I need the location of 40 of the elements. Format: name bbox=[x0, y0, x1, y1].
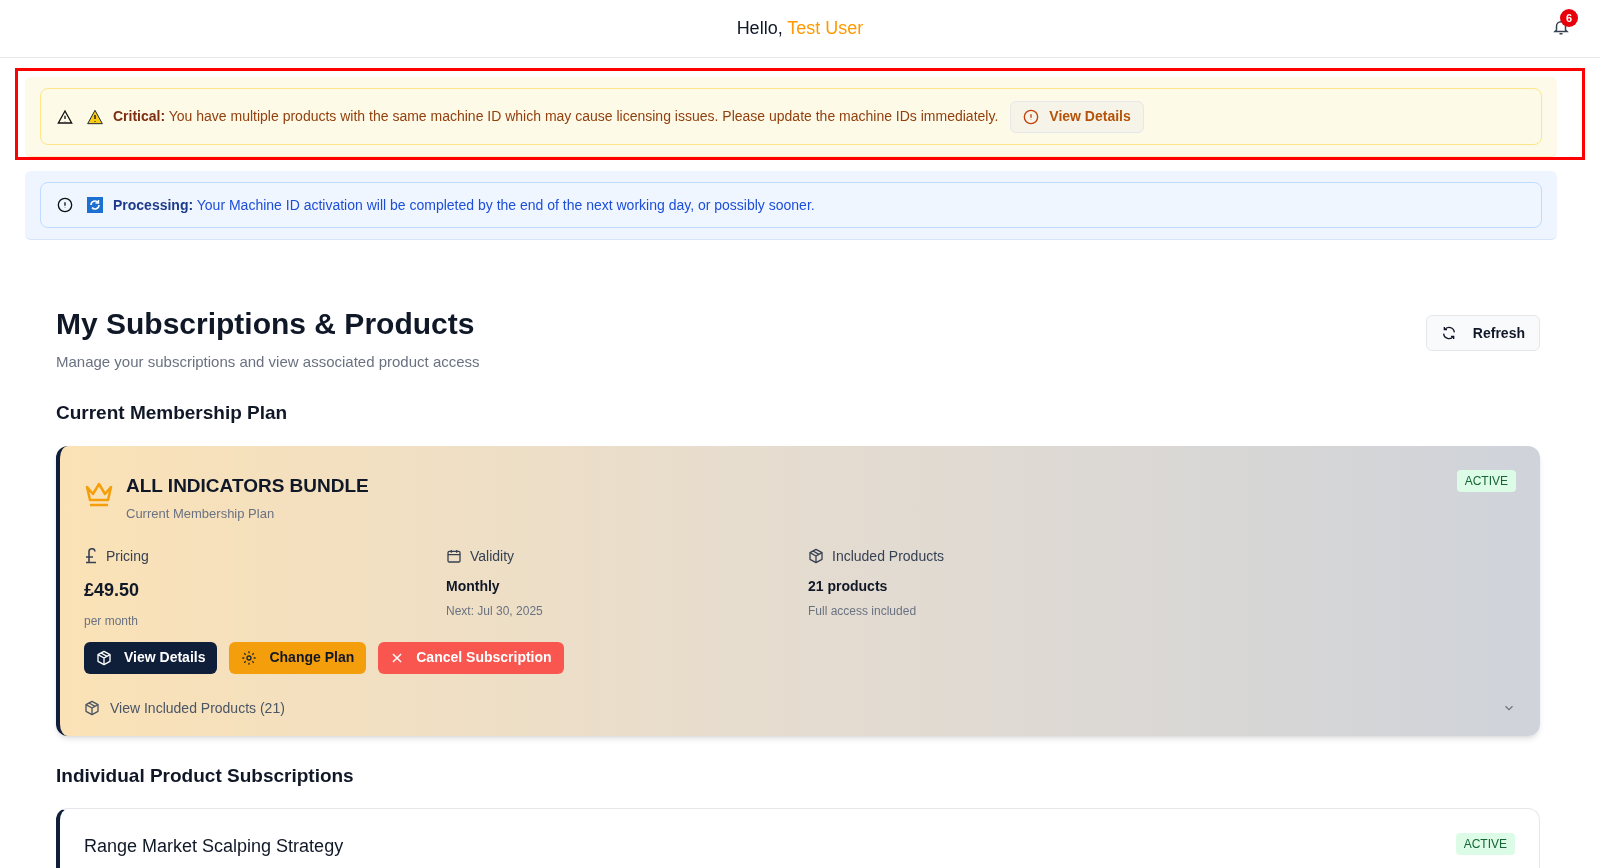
status-badge: ACTIVE bbox=[1455, 833, 1515, 855]
alert-message: Processing: Your Machine ID activation will be completed by the end of the next working day, or possibly sooner. bbox=[113, 195, 815, 215]
calendar-icon bbox=[446, 548, 462, 564]
section-heading: Current Membership Plan bbox=[56, 401, 289, 425]
alert-message: Critical: You have multiple products with the same machine ID which may cause licensing issues. Please update the machine IDs immediately. bbox=[113, 107, 999, 126]
stat-value: 21 products bbox=[808, 576, 889, 596]
page-subtitle: Manage your subscriptions and view associated product access bbox=[56, 351, 480, 372]
stat-value: Monthly bbox=[446, 576, 501, 596]
stat-note: Full access included bbox=[808, 602, 918, 620]
greeting-text: Hello, bbox=[736, 18, 783, 38]
box-icon bbox=[808, 548, 824, 564]
stat-label: Pricing bbox=[106, 546, 149, 566]
box-icon bbox=[96, 649, 112, 666]
refresh-icon bbox=[87, 197, 103, 213]
stat-note: Next: Jul 30, 2025 bbox=[446, 602, 544, 620]
refresh-button[interactable]: Refresh bbox=[1425, 315, 1540, 351]
change-plan-button[interactable]: Change Plan bbox=[229, 641, 367, 674]
stat-label: Included Products bbox=[832, 546, 945, 566]
product-name: Range Market Scalping Strategy bbox=[84, 835, 344, 858]
section-heading: Individual Product Subscriptions bbox=[56, 763, 355, 788]
box-icon bbox=[84, 700, 100, 716]
info-icon bbox=[57, 197, 73, 213]
close-icon bbox=[390, 650, 405, 665]
warning-icon bbox=[87, 108, 103, 125]
stat-value: £49.50 bbox=[84, 578, 141, 602]
warning-icon bbox=[57, 108, 73, 125]
page-title: My Subscriptions & Products bbox=[56, 306, 476, 342]
view-included-products-link[interactable]: View Included Products (21) bbox=[84, 697, 285, 719]
plan-name: ALL INDICATORS BUNDLE bbox=[126, 473, 369, 498]
status-badge: ACTIVE bbox=[1456, 469, 1516, 492]
refresh-icon bbox=[1440, 325, 1457, 341]
user-name: Test User bbox=[787, 18, 864, 38]
stat-note: per month bbox=[84, 612, 140, 630]
stat-label: Validity bbox=[470, 546, 515, 566]
notification-badge: 6 bbox=[1560, 9, 1578, 27]
view-details-button[interactable]: View Details bbox=[84, 641, 218, 674]
pound-icon bbox=[84, 548, 98, 564]
info-icon bbox=[1023, 108, 1040, 125]
plan-subtitle: Current Membership Plan bbox=[126, 505, 276, 523]
view-details-button[interactable]: View Details bbox=[1010, 100, 1144, 133]
